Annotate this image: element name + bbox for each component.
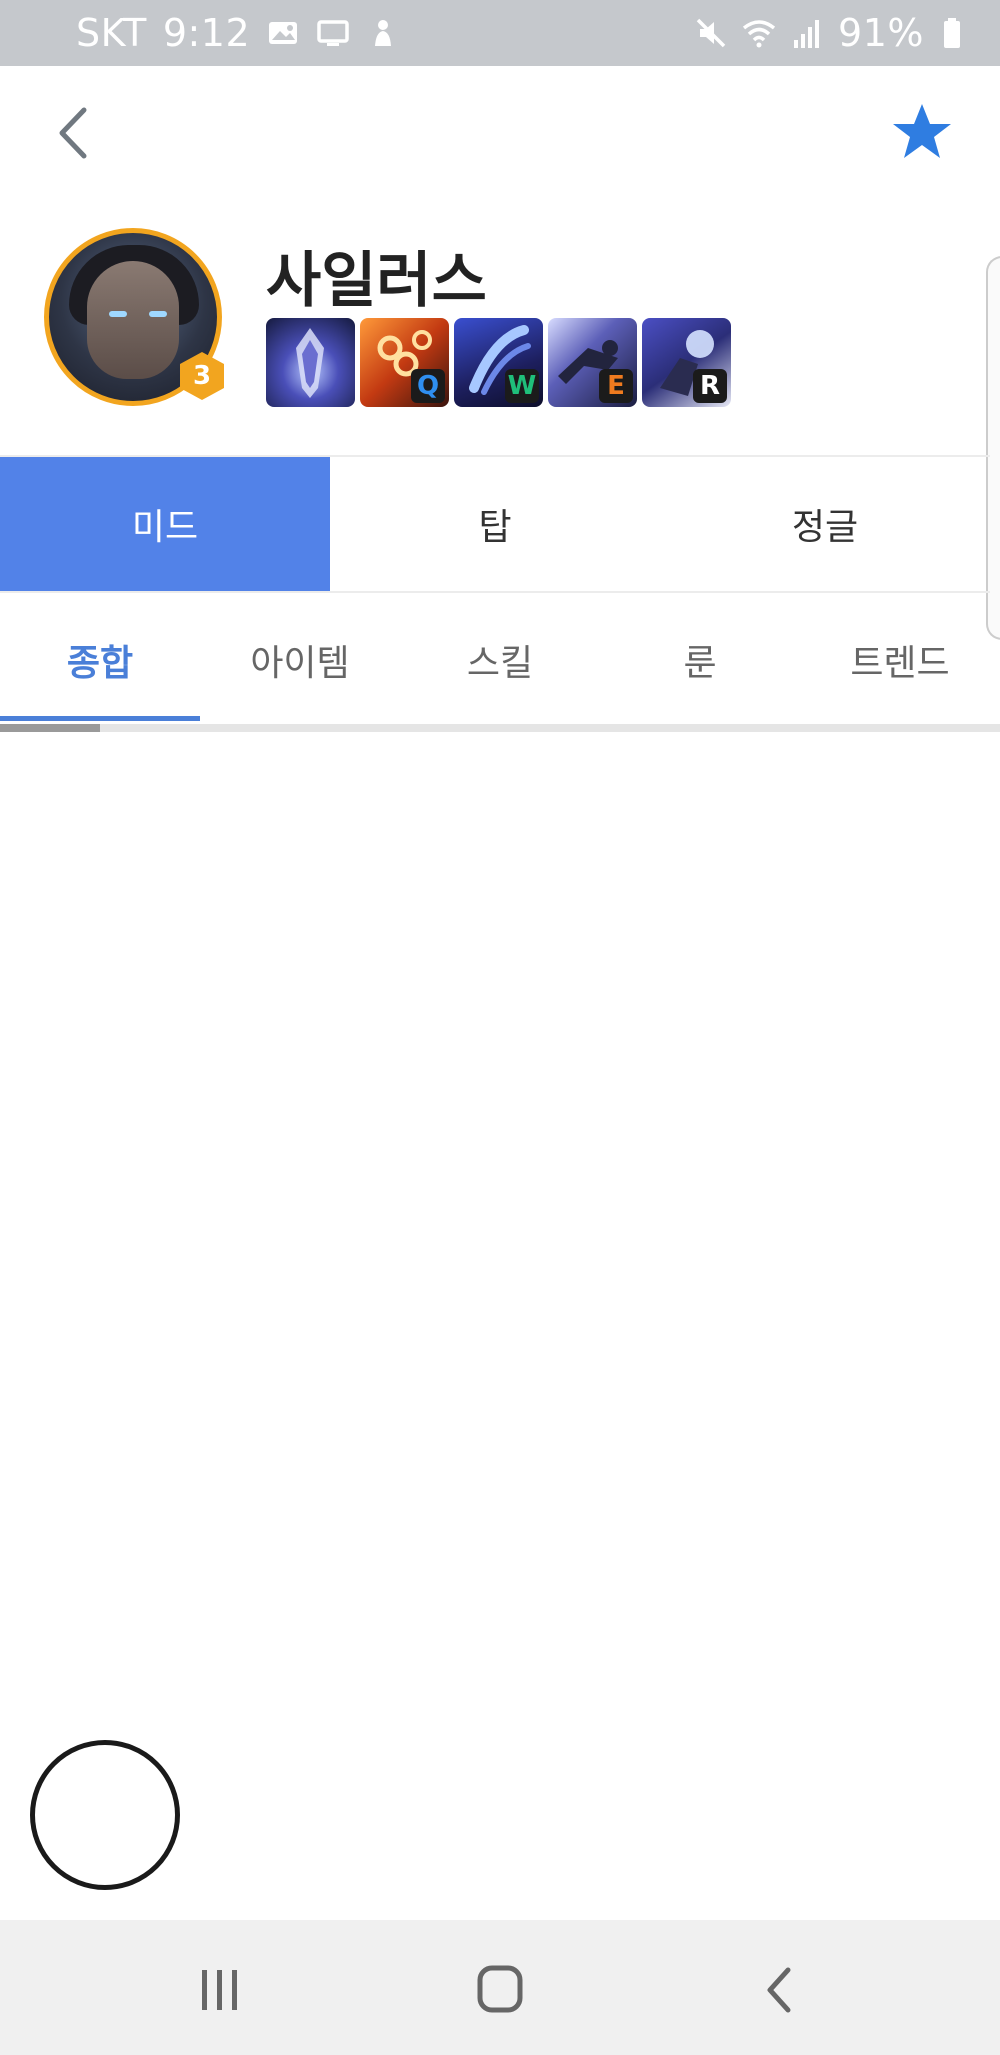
champion-name: 사일러스 (266, 246, 487, 316)
skill-q-icon[interactable]: Q (360, 318, 449, 407)
floating-action-button[interactable] (30, 1740, 180, 1890)
tab-scroll-track (0, 724, 1000, 732)
clock: 9:12 (162, 11, 251, 55)
tab-runes[interactable]: 룬 (600, 598, 800, 722)
image-icon (266, 16, 300, 50)
skill-key-r: R (693, 369, 727, 403)
back-button[interactable] (46, 100, 102, 166)
tab-trend[interactable]: 트렌드 (800, 598, 1000, 722)
skill-e-icon[interactable]: E (548, 318, 637, 407)
tab-skills[interactable]: 스킬 (400, 598, 600, 722)
back-arrow-icon (767, 1967, 791, 2013)
skill-key-w: W (505, 369, 539, 403)
skill-key-e: E (599, 369, 633, 403)
section-tabs: 종합 아이템 스킬 룬 트렌드 (0, 598, 1000, 722)
tab-scroll-thumb[interactable] (0, 724, 100, 732)
skill-key-q: Q (411, 369, 445, 403)
skill-w-icon[interactable]: W (454, 318, 543, 407)
status-bar: SKT 9:12 91% (0, 0, 1000, 66)
system-back-button[interactable] (740, 1950, 820, 2030)
screen-cast-icon (316, 16, 350, 50)
gesture-icon (366, 16, 400, 50)
battery-percent: 91% (838, 11, 924, 55)
tab-overview[interactable]: 종합 (0, 598, 200, 722)
tab-jungle[interactable]: 정글 (660, 457, 990, 591)
favorite-button[interactable] (890, 100, 954, 164)
chevron-left-icon (59, 107, 87, 159)
home-button[interactable] (460, 1950, 540, 2030)
skill-r-icon[interactable]: R (642, 318, 731, 407)
passive-icon[interactable] (266, 318, 355, 407)
skill-list: Q W E R (266, 318, 731, 407)
tab-top[interactable]: 탑 (330, 457, 660, 591)
recent-apps-button[interactable] (180, 1950, 260, 2030)
tab-mid[interactable]: 미드 (0, 457, 330, 591)
star-icon (893, 104, 951, 158)
active-tab-indicator (0, 716, 200, 721)
wifi-icon (742, 16, 776, 50)
tab-items[interactable]: 아이템 (200, 598, 400, 722)
home-icon (477, 1965, 523, 2013)
carrier-label: SKT (76, 11, 147, 55)
lane-tabs: 미드 탑 정글 (0, 455, 990, 593)
system-nav-bar (0, 1920, 1000, 2055)
recent-apps-icon (202, 1970, 237, 2010)
signal-icon (790, 16, 824, 50)
mute-icon (694, 16, 728, 50)
battery-icon (938, 16, 972, 50)
